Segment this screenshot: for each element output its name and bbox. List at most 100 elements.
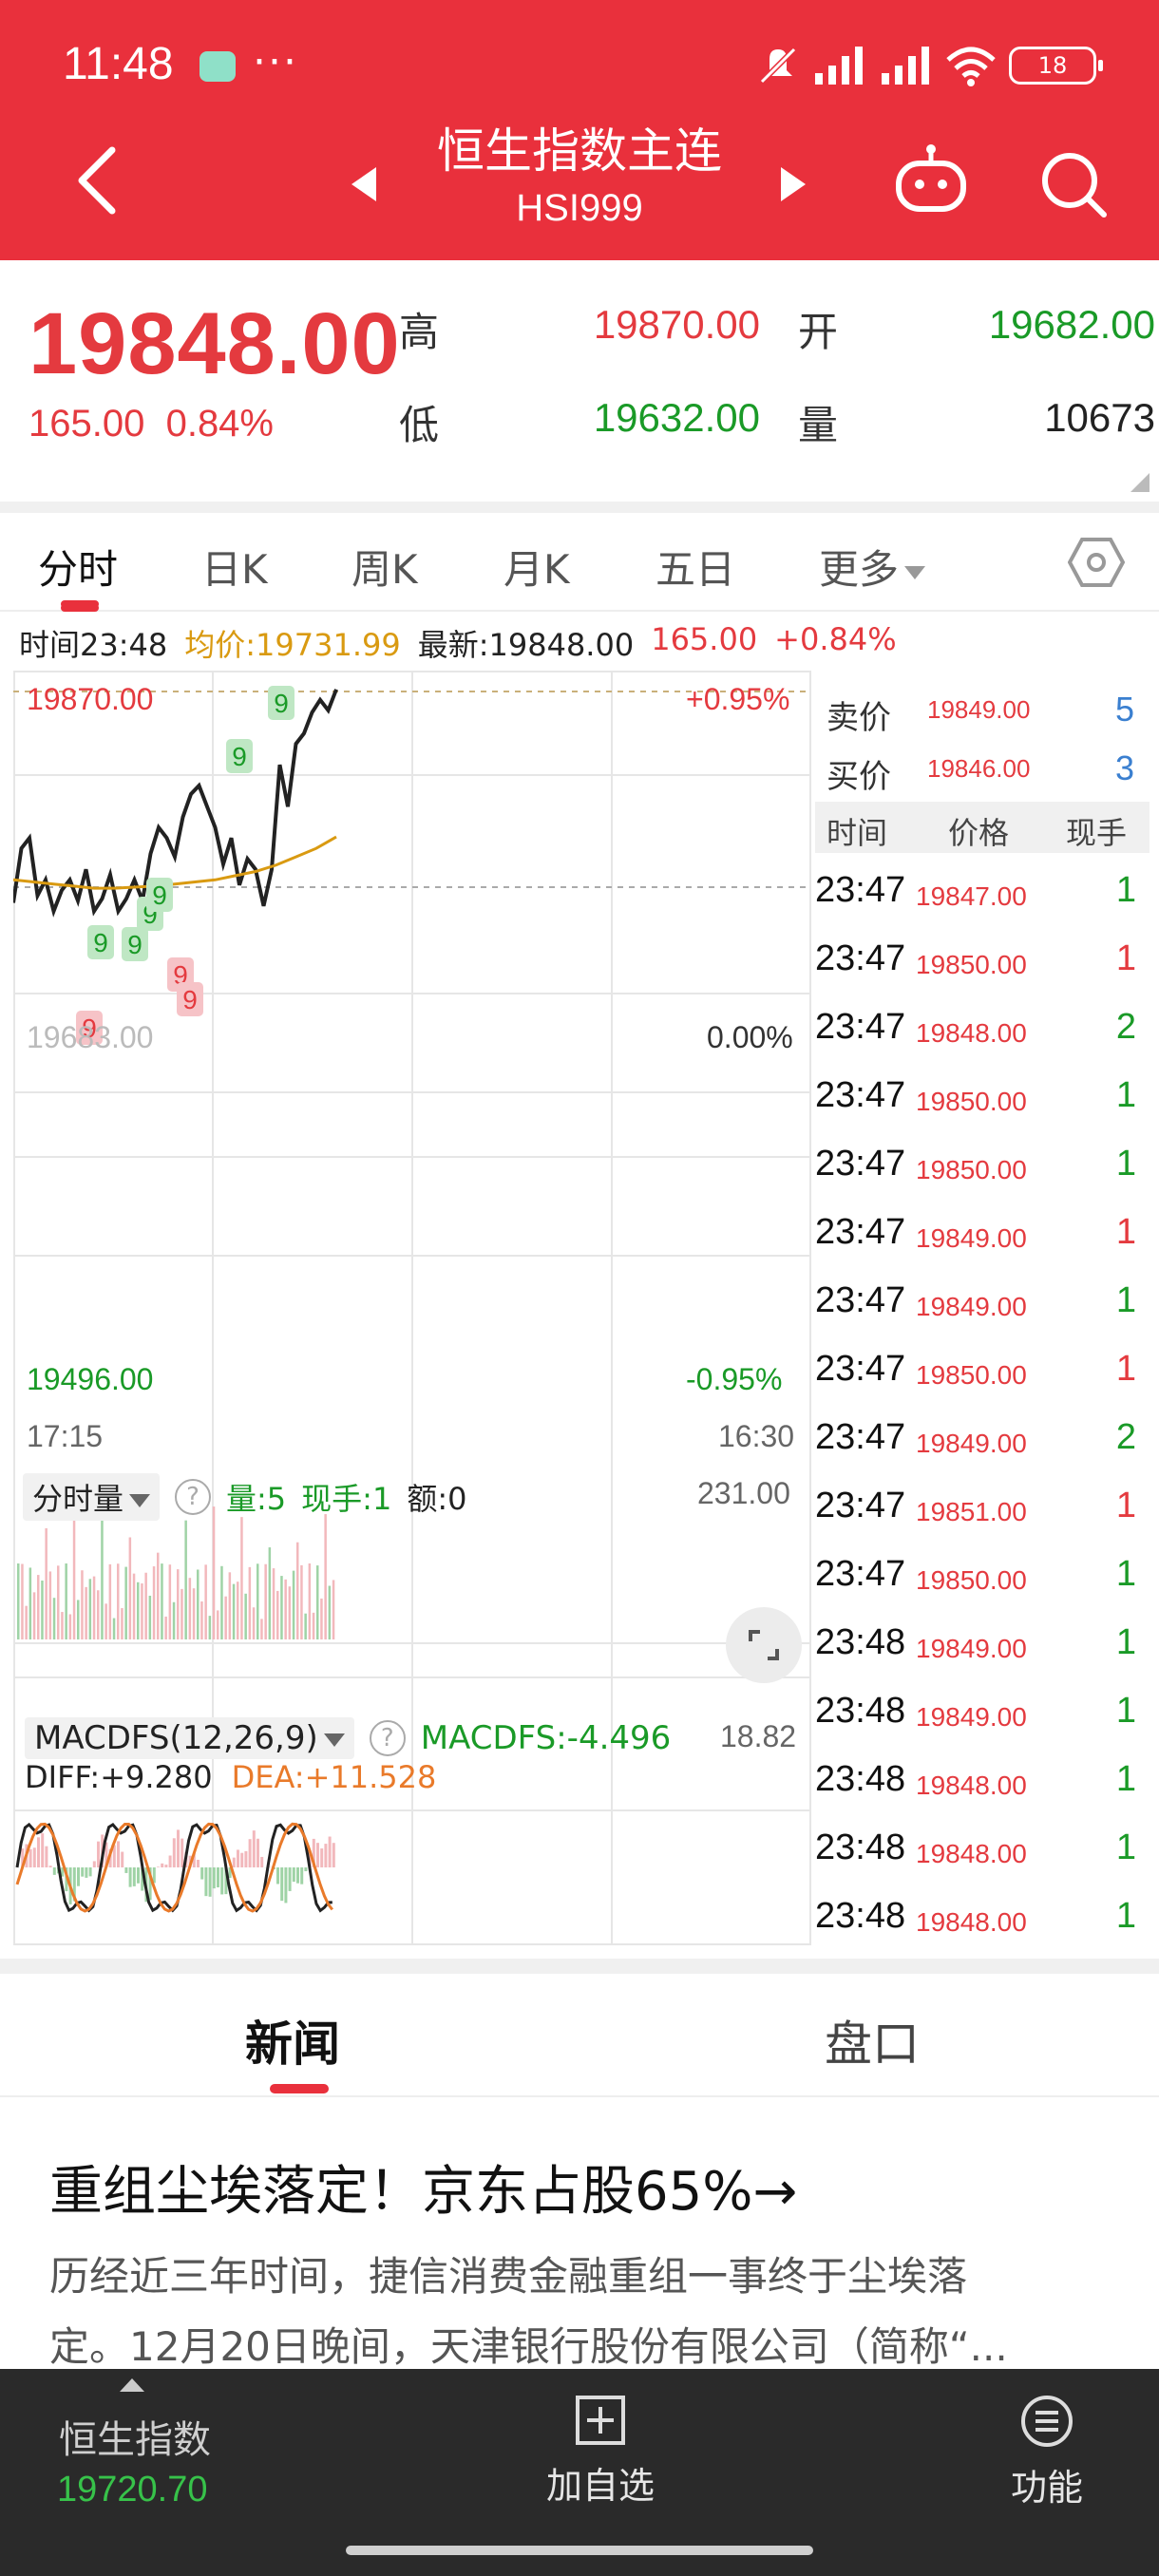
- order-book: 卖价 19849.00 5 买价 19846.00 3 时间 价格 现手 23:…: [815, 671, 1150, 1945]
- trade-row: 23:47 19849.00 2: [815, 1408, 1150, 1476]
- info-latest: 最新:19848.00: [417, 627, 635, 663]
- trade-time: 23:47: [815, 1417, 906, 1457]
- volume-bar: [65, 1563, 67, 1639]
- add-watchlist-label: 加自选: [545, 2465, 655, 2507]
- macd-bar: [276, 1867, 279, 1885]
- fullscreen-button[interactable]: [726, 1607, 802, 1683]
- volume-bar: [48, 1571, 52, 1639]
- volume-bar: [52, 1598, 56, 1639]
- volume-bar: [144, 1572, 147, 1639]
- macd-bar: [137, 1867, 140, 1884]
- ask-qty: 5: [1114, 690, 1134, 729]
- help-icon[interactable]: ?: [369, 1720, 406, 1756]
- expand-up-icon[interactable]: [120, 2378, 144, 2392]
- expand-corner-icon[interactable]: [1130, 473, 1150, 492]
- volume-hand: 现手:1: [301, 1481, 392, 1517]
- settings-hexagon-icon[interactable]: [1068, 534, 1125, 591]
- volume-bar: [164, 1616, 167, 1639]
- tab-weekly-k[interactable]: 周K: [352, 538, 418, 596]
- trade-row: 23:47 19850.00 1: [815, 929, 1150, 997]
- trade-price: 19850.00: [916, 1155, 1027, 1184]
- trade-price: 19848.00: [916, 1771, 1027, 1800]
- tab-intraday[interactable]: 分时: [38, 538, 118, 596]
- price-change: 165.00 0.84%: [28, 403, 274, 445]
- trade-time: 23:48: [815, 1896, 906, 1936]
- mute-icon: [759, 47, 797, 85]
- volume-bar: [224, 1596, 227, 1639]
- divider: [0, 1959, 1159, 1974]
- high-label: 高: [399, 309, 440, 355]
- axis-top-pct: +0.95%: [686, 682, 790, 716]
- trade-row: 23:47 19850.00 1: [815, 1066, 1150, 1134]
- axis-start-time: 17:15: [27, 1419, 104, 1453]
- volume-bar: [168, 1564, 172, 1639]
- volume-select[interactable]: 分时量: [23, 1473, 161, 1521]
- macd-bar: [300, 1867, 304, 1885]
- volume-bar: [324, 1514, 327, 1639]
- news-summary[interactable]: 历经近三年时间，捷信消费金融重组一事终于尘埃落 定。12月20日晚间，天津银行股…: [49, 2242, 1123, 2382]
- macd-select[interactable]: MACDFS(12,26,9): [25, 1717, 354, 1759]
- search-icon[interactable]: [1037, 148, 1110, 220]
- tab-more[interactable]: 更多: [819, 538, 926, 596]
- volume-bar: [117, 1563, 120, 1639]
- robot-assistant-icon[interactable]: [893, 142, 969, 218]
- volume-bar: [320, 1598, 323, 1639]
- volume-bar: [244, 1593, 247, 1639]
- next-contract-icon[interactable]: [781, 167, 806, 201]
- open-value: 19682.00: [988, 302, 1155, 347]
- tab-monthly-k[interactable]: 月K: [504, 538, 570, 596]
- trade-time: 23:47: [815, 1144, 906, 1184]
- td-marker-label: 9: [93, 928, 108, 957]
- volume-amount: 额:0: [407, 1481, 467, 1517]
- trade-price: 19850.00: [916, 1360, 1027, 1390]
- macd-bar: [48, 1866, 52, 1867]
- volume-bar: [141, 1583, 143, 1639]
- volume-bar: [200, 1601, 203, 1639]
- trade-row: 23:47 19850.00 1: [815, 1339, 1150, 1408]
- volume-bar: [85, 1586, 87, 1639]
- volume-bar: [217, 1610, 219, 1639]
- volume-bar: [92, 1576, 96, 1639]
- volume-bar: [268, 1547, 272, 1639]
- trade-price: 19848.00: [916, 1839, 1027, 1868]
- macd-select-label: MACDFS(12,26,9): [34, 1719, 318, 1757]
- add-watchlist-button[interactable]: 加自选: [505, 2394, 695, 2509]
- macdfs-value: MACDFS:-4.496: [420, 1719, 672, 1757]
- trade-time: 23:47: [815, 938, 906, 978]
- chevron-down-icon: [323, 1733, 345, 1747]
- axis-bottom-pct: -0.95%: [686, 1362, 783, 1396]
- volume-bar: [204, 1564, 207, 1639]
- index-name[interactable]: 恒生指数: [59, 2409, 211, 2464]
- trade-row: 23:47 19849.00 1: [815, 1271, 1150, 1339]
- volume-bar: [256, 1563, 259, 1639]
- trade-row: 23:47 19848.00 2: [815, 997, 1150, 1066]
- change-percent: 0.84%: [165, 403, 274, 445]
- trade-qty: 1: [1115, 1622, 1136, 1662]
- status-bar: 11:48 ··· 18: [0, 0, 1159, 133]
- price-series-line: [13, 689, 338, 918]
- more-notifications-icon: ···: [253, 38, 298, 86]
- volume-bar: [192, 1588, 196, 1639]
- help-icon[interactable]: ?: [175, 1479, 212, 1515]
- tab-daily-k[interactable]: 日K: [201, 538, 268, 596]
- macd-bar: [177, 1829, 180, 1867]
- trade-time: 23:47: [815, 1486, 906, 1525]
- trade-qty: 1: [1115, 1280, 1136, 1320]
- tab-order-book[interactable]: 盘口: [825, 2006, 920, 2074]
- trade-time: 23:48: [815, 1691, 906, 1731]
- functions-button[interactable]: 功能: [952, 2394, 1142, 2510]
- tab-five-day[interactable]: 五日: [656, 538, 735, 596]
- volume-bar: [300, 1564, 303, 1639]
- volume-bar: [232, 1583, 236, 1639]
- macd-bar: [320, 1848, 324, 1867]
- back-arrow-icon[interactable]: [70, 142, 124, 218]
- tab-news[interactable]: 新闻: [245, 2006, 340, 2074]
- volume-bar: [17, 1563, 20, 1639]
- macd-bar: [85, 1867, 88, 1878]
- home-indicator[interactable]: [346, 2546, 813, 2555]
- trade-time: 23:47: [815, 1280, 906, 1320]
- volume-bar: [240, 1517, 243, 1639]
- trade-price: 19849.00: [916, 1634, 1027, 1663]
- avg-price-series-line: [13, 835, 337, 890]
- news-headline[interactable]: 重组尘埃落定！京东占股65%→: [49, 2149, 797, 2226]
